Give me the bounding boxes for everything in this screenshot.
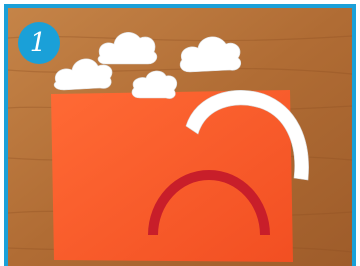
photo-frame: 1 (4, 4, 356, 266)
step-number: 1 (29, 28, 47, 58)
orange-paper (51, 90, 293, 262)
step-badge: 1 (18, 22, 60, 64)
